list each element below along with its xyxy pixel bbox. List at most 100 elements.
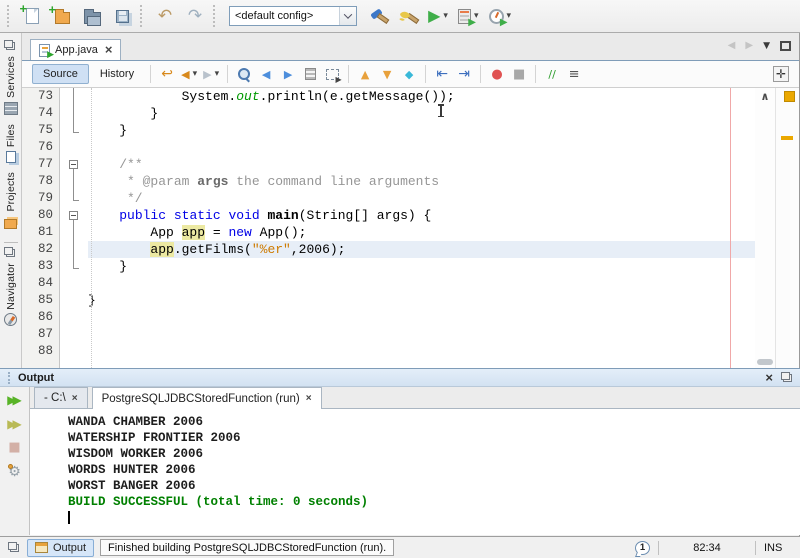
code-line-77[interactable]: 77 /**	[22, 156, 755, 173]
code-line-76[interactable]: 76	[22, 139, 755, 156]
code-text: System.out.println(e.getMessage());	[88, 88, 755, 105]
code-line-86[interactable]: 86	[22, 309, 755, 326]
toggle-highlight-search-button[interactable]	[300, 64, 320, 84]
config-combobox[interactable]: <default config>	[229, 6, 357, 26]
code-line-74[interactable]: 74 }	[22, 105, 755, 122]
forward-button[interactable]: ▶▾	[201, 64, 221, 84]
editor-vertical-scrollbar[interactable]: ∧	[755, 88, 775, 368]
code-line-88[interactable]: 88	[22, 343, 755, 360]
undo-button[interactable]: ↶	[152, 3, 178, 29]
output-tab[interactable]: PostgreSQLJDBCStoredFunction (run)×	[92, 387, 322, 409]
code-line-83[interactable]: 83 }	[22, 258, 755, 275]
close-output-button[interactable]: ×	[765, 370, 773, 385]
combobox-dropdown-icon[interactable]	[339, 7, 356, 25]
shift-line-right-button[interactable]: ⇥	[454, 64, 474, 84]
output-console[interactable]: WANDA CHAMBER 2006WATERSHIP FRONTIER 200…	[30, 409, 800, 535]
find-previous-occurrence-button[interactable]: ◀	[256, 64, 276, 84]
scroll-tabs-left-icon[interactable]: ◀	[728, 40, 736, 51]
source-view-button[interactable]: Source	[32, 64, 89, 84]
save-all-button[interactable]	[109, 3, 135, 29]
comment-button[interactable]: //	[542, 64, 562, 84]
next-bookmark-icon: ▼	[383, 69, 391, 80]
profile-project-button[interactable]: ▾	[486, 3, 515, 29]
tab-app-java[interactable]: App.java ×	[30, 39, 121, 60]
close-output-tab-button[interactable]: ×	[72, 393, 78, 404]
warning-mark[interactable]	[781, 136, 793, 140]
output-panel-toggle-button[interactable]: Output	[27, 539, 94, 557]
open-project-button[interactable]	[79, 3, 105, 29]
back-button[interactable]: ◀▾	[179, 64, 199, 84]
collapse-fold-icon[interactable]	[69, 211, 78, 220]
find-selection-button[interactable]	[234, 64, 254, 84]
dropdown-arrow-icon[interactable]: ▾	[215, 69, 220, 79]
clean-build-project-button[interactable]	[395, 3, 421, 29]
close-tab-button[interactable]: ×	[105, 45, 113, 55]
code-line-85[interactable]: 85}	[22, 292, 755, 309]
close-output-tab-button[interactable]: ×	[306, 393, 312, 404]
history-view-button[interactable]: History	[89, 64, 145, 84]
debug-project-button[interactable]: ▾	[455, 3, 482, 29]
code-line-81[interactable]: 81 App app = new App();	[22, 224, 755, 241]
code-line-79[interactable]: 79 */	[22, 190, 755, 207]
drag-grip-icon[interactable]	[8, 372, 12, 384]
collapse-fold-icon[interactable]	[69, 160, 78, 169]
toggle-rectangular-selection-button[interactable]	[322, 64, 342, 84]
netbeans-window: ↶↷<default config>▶▾▾▾ ServicesFilesProj…	[0, 0, 800, 558]
previous-bookmark-button[interactable]: ▲	[355, 64, 375, 84]
rerun-with-different-parameters-button[interactable]: ▶▶	[4, 413, 26, 434]
back-icon: ◀	[181, 69, 189, 80]
save-all-icon	[116, 10, 129, 23]
uncomment-button[interactable]: ≡	[564, 64, 584, 84]
new-file-button[interactable]	[19, 3, 45, 29]
line-number: 75	[22, 122, 60, 139]
sidebar-item-files[interactable]: Files	[5, 124, 17, 163]
stop-macro-recording-button[interactable]: ■	[509, 64, 529, 84]
build-project-button[interactable]	[365, 3, 391, 29]
fold-column[interactable]	[60, 156, 88, 173]
stop-build-button[interactable]: ■	[4, 437, 26, 458]
split-editor-button[interactable]: ✛	[773, 66, 789, 82]
code-line-84[interactable]: 84	[22, 275, 755, 292]
last-edit-location-icon: ↩	[161, 67, 173, 81]
float-window-icon[interactable]	[783, 374, 792, 382]
toggle-bookmark-button[interactable]: ◆	[399, 64, 419, 84]
sidebar-item-services[interactable]: Services	[4, 56, 18, 115]
rerun-button[interactable]: ▶▶	[4, 389, 26, 410]
scrollbar-thumb[interactable]	[757, 359, 773, 365]
error-stripe[interactable]	[775, 88, 799, 368]
new-project-button[interactable]	[49, 3, 75, 29]
error-stripe-status-icon[interactable]	[784, 91, 795, 102]
code-line-80[interactable]: 80 public static void main(String[] args…	[22, 207, 755, 224]
maximize-window-icon[interactable]	[780, 41, 791, 51]
code-line-87[interactable]: 87	[22, 326, 755, 343]
tab-list-dropdown-icon[interactable]: ▼	[763, 41, 770, 51]
redo-button[interactable]: ↷	[182, 3, 208, 29]
code-line-75[interactable]: 75 }	[22, 122, 755, 139]
output-tab[interactable]: - C:\×	[34, 387, 88, 408]
last-edit-location-button[interactable]: ↩	[157, 64, 177, 84]
toolbar-grip[interactable]	[140, 5, 146, 27]
code-line-82[interactable]: 82 app.getFilms("%er",2006);	[22, 241, 755, 258]
scroll-up-icon[interactable]: ∧	[755, 90, 775, 103]
code-line-78[interactable]: 78 * @param args the command line argume…	[22, 173, 755, 190]
shift-line-left-button[interactable]: ⇤	[432, 64, 452, 84]
dock-window-icon[interactable]	[6, 249, 15, 257]
run-project-button[interactable]: ▶▾	[425, 3, 451, 29]
build-settings-button[interactable]: ⚙	[4, 461, 26, 482]
toolbar-grip[interactable]	[7, 5, 13, 27]
sidebar-item-navigator[interactable]: Navigator	[4, 263, 17, 327]
next-bookmark-button[interactable]: ▼	[377, 64, 397, 84]
start-macro-recording-button[interactable]: ●	[487, 64, 507, 84]
find-next-occurrence-button[interactable]: ▶	[278, 64, 298, 84]
code-line-73[interactable]: 73 System.out.println(e.getMessage());	[22, 88, 755, 105]
dropdown-arrow-icon[interactable]: ▾	[193, 69, 198, 79]
dropdown-arrow-icon[interactable]: ▾	[443, 11, 448, 21]
fold-column[interactable]	[60, 207, 88, 224]
toolbar-grip[interactable]	[213, 5, 219, 27]
code-editor[interactable]: 73 System.out.println(e.getMessage());74…	[22, 88, 799, 368]
sidebar-item-projects[interactable]: Projects	[4, 172, 17, 229]
scroll-tabs-right-icon[interactable]: ▶	[745, 40, 753, 51]
notifications-icon[interactable]: 1	[635, 541, 650, 555]
dock-window-icon[interactable]	[6, 42, 15, 50]
dock-window-icon[interactable]	[10, 544, 19, 552]
